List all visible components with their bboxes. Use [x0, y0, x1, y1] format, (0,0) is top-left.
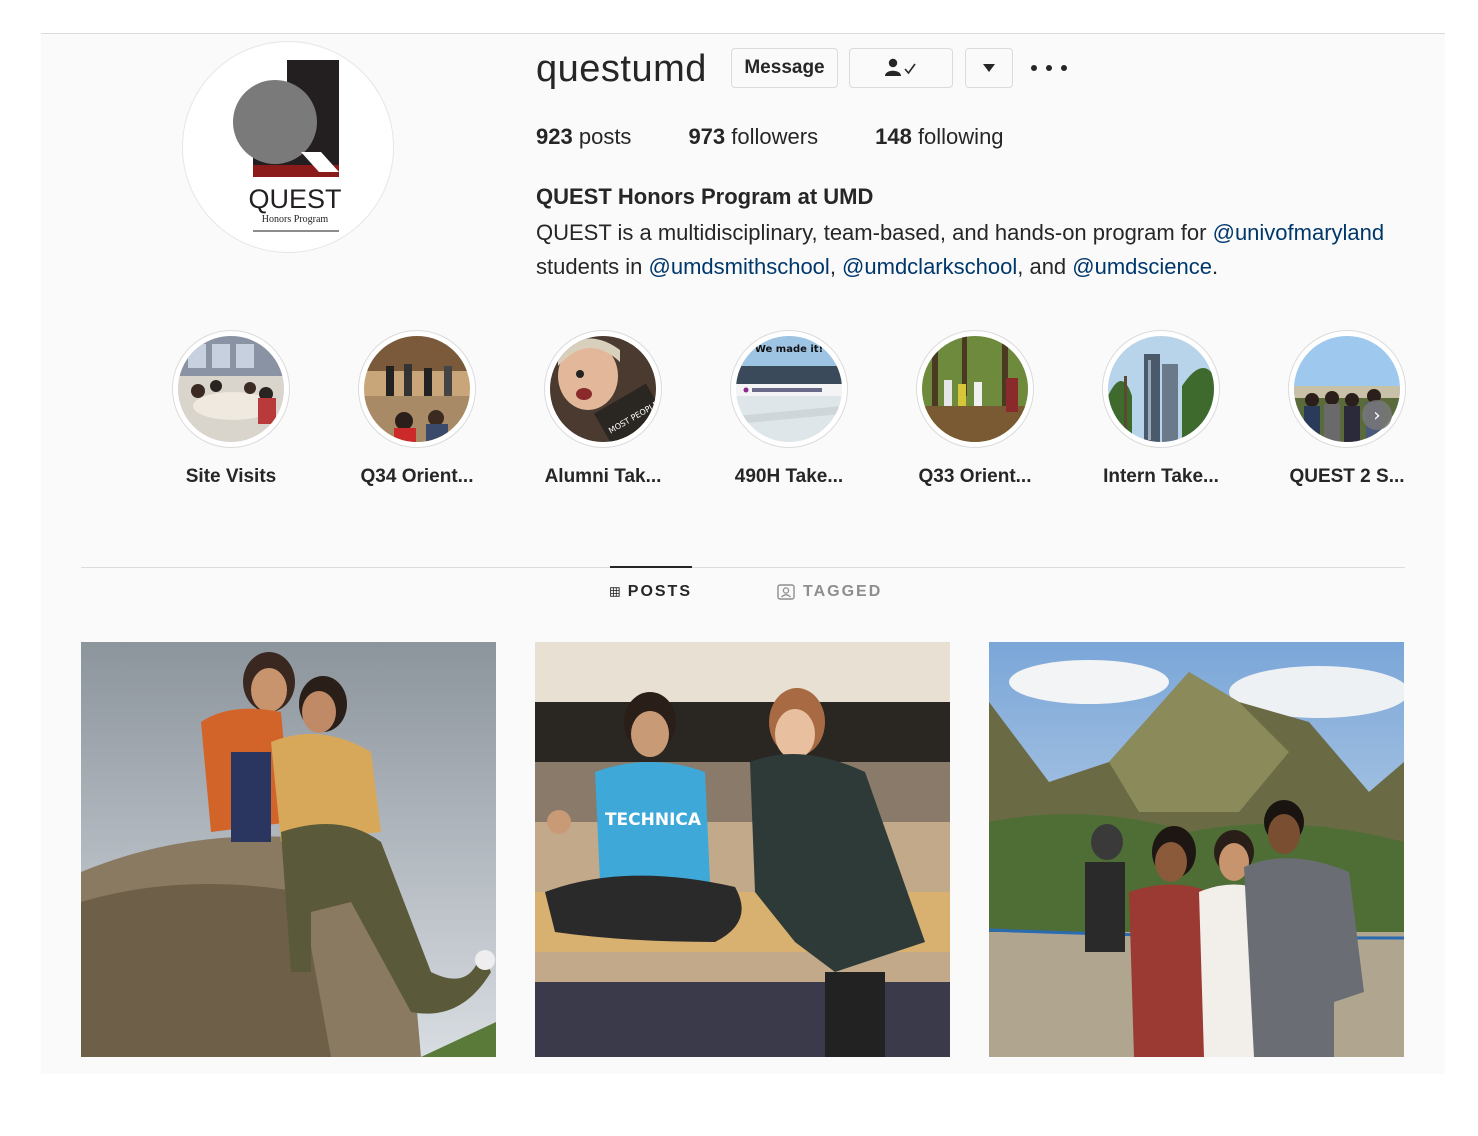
profile-full-name: QUEST Honors Program at UMD: [536, 184, 874, 209]
highlight-label: Q33 Orient...: [918, 466, 1032, 487]
highlight-label: Intern Take...: [1103, 466, 1219, 487]
posts-grid: TECHNICA: [81, 642, 1405, 1057]
highlight-overlay-text: We made it!: [755, 344, 823, 355]
bio-text: ,: [829, 254, 843, 279]
highlight-thumbnail: [922, 336, 1028, 442]
profile-stats: 923 posts 973 followers 148 following: [536, 124, 1061, 150]
tab-posts-label: POSTS: [627, 583, 692, 600]
following-stat[interactable]: 148 following: [875, 124, 1003, 150]
highlight-thumbnail: [1108, 336, 1214, 442]
mention-link[interactable]: @umdsmithschool: [649, 254, 830, 279]
followers-stat[interactable]: 973 followers: [688, 124, 818, 150]
profile-page: QUEST Honors Program questumd Message 92…: [41, 33, 1445, 1074]
mention-link[interactable]: @umdclarkschool: [842, 254, 1017, 279]
following-button[interactable]: [849, 48, 953, 88]
highlights-next-icon[interactable]: ›: [1362, 400, 1392, 430]
logo-subtitle: Honors Program: [262, 214, 329, 225]
highlight-label: Q34 Orient...: [360, 466, 474, 487]
highlight-label: QUEST 2 S...: [1289, 466, 1405, 487]
bio-text: , and: [1017, 254, 1073, 279]
following-count: 148: [875, 124, 912, 149]
highlight-label: Site Visits: [185, 466, 277, 487]
user-check-icon: [885, 58, 916, 76]
profile-avatar[interactable]: QUEST Honors Program: [182, 41, 394, 253]
highlight-q33-orientation[interactable]: Q33 Orient...: [882, 330, 1068, 488]
posts-count: 923: [536, 124, 573, 149]
caret-down-icon: [983, 64, 995, 72]
bio-text: QUEST is a multidisciplinary, team-based…: [536, 220, 1213, 245]
post-thumbnail[interactable]: [81, 642, 496, 1057]
mention-link[interactable]: @umdscience: [1072, 254, 1212, 279]
highlight-490h-takeover[interactable]: We made it! 490H Take...: [696, 330, 882, 488]
profile-tabs: POSTS TAGGED: [81, 566, 1405, 617]
post-thumbnail[interactable]: TECHNICA: [535, 642, 950, 1057]
tab-tagged[interactable]: TAGGED: [777, 567, 882, 617]
highlight-thumbnail: [178, 336, 284, 442]
highlight-intern-takeover[interactable]: Intern Take...: [1068, 330, 1254, 488]
message-button[interactable]: Message: [731, 48, 838, 88]
followers-label: followers: [731, 124, 819, 149]
mention-link[interactable]: @univofmaryland: [1213, 220, 1385, 245]
posts-stat[interactable]: 923 posts: [536, 124, 631, 150]
highlight-thumbnail: We made it!: [736, 336, 842, 442]
highlight-q34-orientation[interactable]: Q34 Orient...: [324, 330, 510, 488]
highlight-thumbnail: [364, 336, 470, 442]
logo-title: QUEST: [248, 184, 341, 214]
story-highlights: Site Visits Q34 Orient... MOST PEOPLE Al…: [138, 330, 1406, 500]
highlight-alumni-takeover[interactable]: MOST PEOPLE Alumni Tak...: [510, 330, 696, 488]
following-label: following: [917, 124, 1004, 149]
highlight-thumbnail: MOST PEOPLE: [550, 336, 656, 442]
quest-logo: QUEST Honors Program: [233, 60, 342, 232]
more-options-icon[interactable]: [1031, 58, 1067, 78]
highlight-quest-2[interactable]: QUEST 2 S...: [1254, 330, 1440, 488]
highlight-label: Alumni Tak...: [544, 466, 662, 487]
tagged-user-icon: [777, 584, 795, 600]
post-thumbnail[interactable]: [989, 642, 1404, 1057]
posts-label: posts: [578, 124, 632, 149]
grid-icon: [610, 587, 620, 597]
post-shirt-text: TECHNICA: [605, 810, 702, 830]
profile-username: questumd: [536, 48, 707, 90]
followers-count: 973: [688, 124, 726, 149]
highlight-site-visits[interactable]: Site Visits: [138, 330, 324, 488]
suggested-dropdown-button[interactable]: [965, 48, 1013, 88]
highlight-label: 490H Take...: [734, 466, 844, 487]
tab-posts[interactable]: POSTS: [610, 566, 692, 616]
tab-tagged-label: TAGGED: [803, 583, 883, 600]
bio-text: .: [1212, 254, 1219, 279]
profile-bio: QUEST is a multidisciplinary, team-based…: [536, 216, 1436, 284]
bio-text: students in: [536, 254, 649, 279]
